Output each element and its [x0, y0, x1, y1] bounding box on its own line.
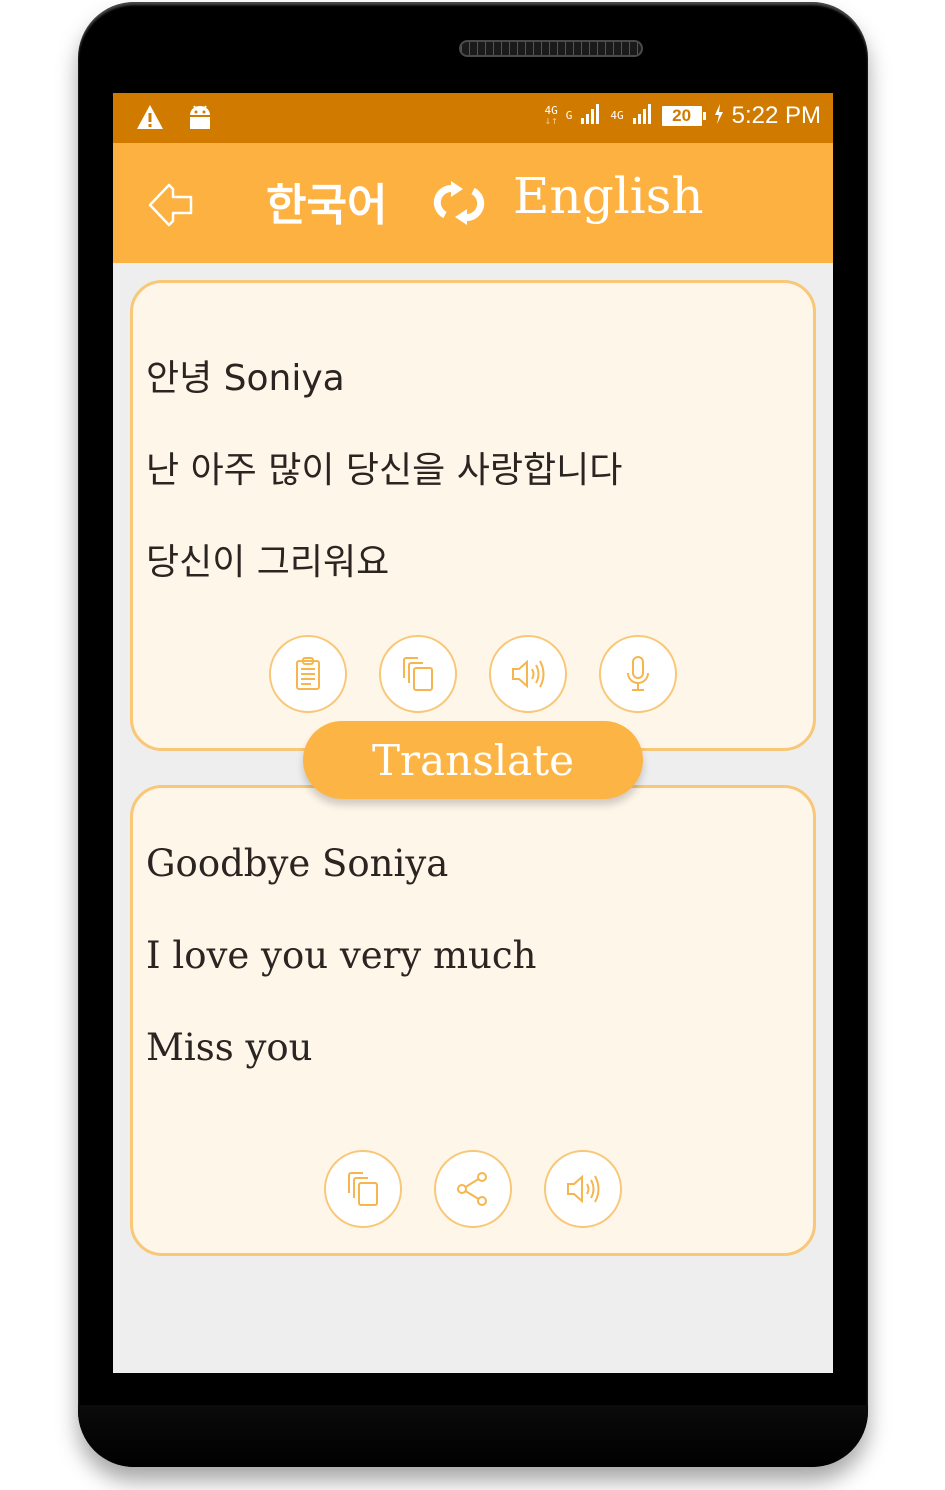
- clock: 5:22 PM: [731, 102, 821, 129]
- clipboard-icon: [296, 657, 320, 690]
- signal-icon: [632, 103, 654, 129]
- speak-translation-button[interactable]: [544, 1150, 622, 1228]
- swap-languages-button[interactable]: [431, 179, 487, 227]
- speaker-icon: [567, 1174, 600, 1204]
- copy-translation-button[interactable]: [324, 1150, 402, 1228]
- battery-icon: 20: [661, 106, 706, 126]
- source-text-input[interactable]: 안녕 Soniya 난 아주 많이 당신을 사랑합니다 당신이 그리워요: [146, 333, 793, 609]
- screen: 4G ↓↑ G 4G 20 5:22 PM 한국어 English 안녕 Son…: [113, 93, 833, 1373]
- voice-input-button[interactable]: [599, 635, 677, 713]
- microphone-icon: [627, 656, 649, 691]
- paste-button[interactable]: [269, 635, 347, 713]
- copy-icon: [348, 1172, 378, 1206]
- speak-source-button[interactable]: [489, 635, 567, 713]
- back-arrow-icon: [148, 183, 193, 227]
- swap-languages-icon: [433, 181, 485, 225]
- network-type-label: 4G: [610, 109, 624, 122]
- share-button[interactable]: [434, 1150, 512, 1228]
- speaker-icon: [512, 659, 545, 689]
- phone-chin: [78, 1405, 868, 1467]
- earpiece-speaker: [459, 40, 643, 57]
- android-icon: [187, 103, 213, 135]
- target-actions: [133, 1150, 813, 1228]
- source-language-button[interactable]: 한국어: [266, 169, 387, 233]
- app-bar: 한국어 English: [113, 143, 833, 263]
- charging-icon: [714, 103, 724, 129]
- translated-text: Goodbye Soniya I love you very much Miss…: [146, 842, 537, 1069]
- target-language-button[interactable]: English: [513, 167, 704, 225]
- share-icon: [457, 1172, 487, 1206]
- copy-button[interactable]: [379, 635, 457, 713]
- status-bar: 4G ↓↑ G 4G 20 5:22 PM: [113, 93, 833, 143]
- warning-icon: [135, 103, 165, 135]
- translated-text-card: Goodbye Soniya I love you very much Miss…: [130, 785, 816, 1256]
- data-network-icon: 4G ↓↑: [544, 104, 558, 127]
- source-actions: [133, 635, 813, 713]
- source-text-card: 안녕 Soniya 난 아주 많이 당신을 사랑합니다 당신이 그리워요: [130, 280, 816, 751]
- back-button[interactable]: [145, 180, 197, 230]
- translate-button[interactable]: Translate: [303, 721, 643, 799]
- signal-icon: [580, 103, 602, 129]
- network-type-label: G: [565, 109, 573, 122]
- copy-icon: [403, 657, 433, 691]
